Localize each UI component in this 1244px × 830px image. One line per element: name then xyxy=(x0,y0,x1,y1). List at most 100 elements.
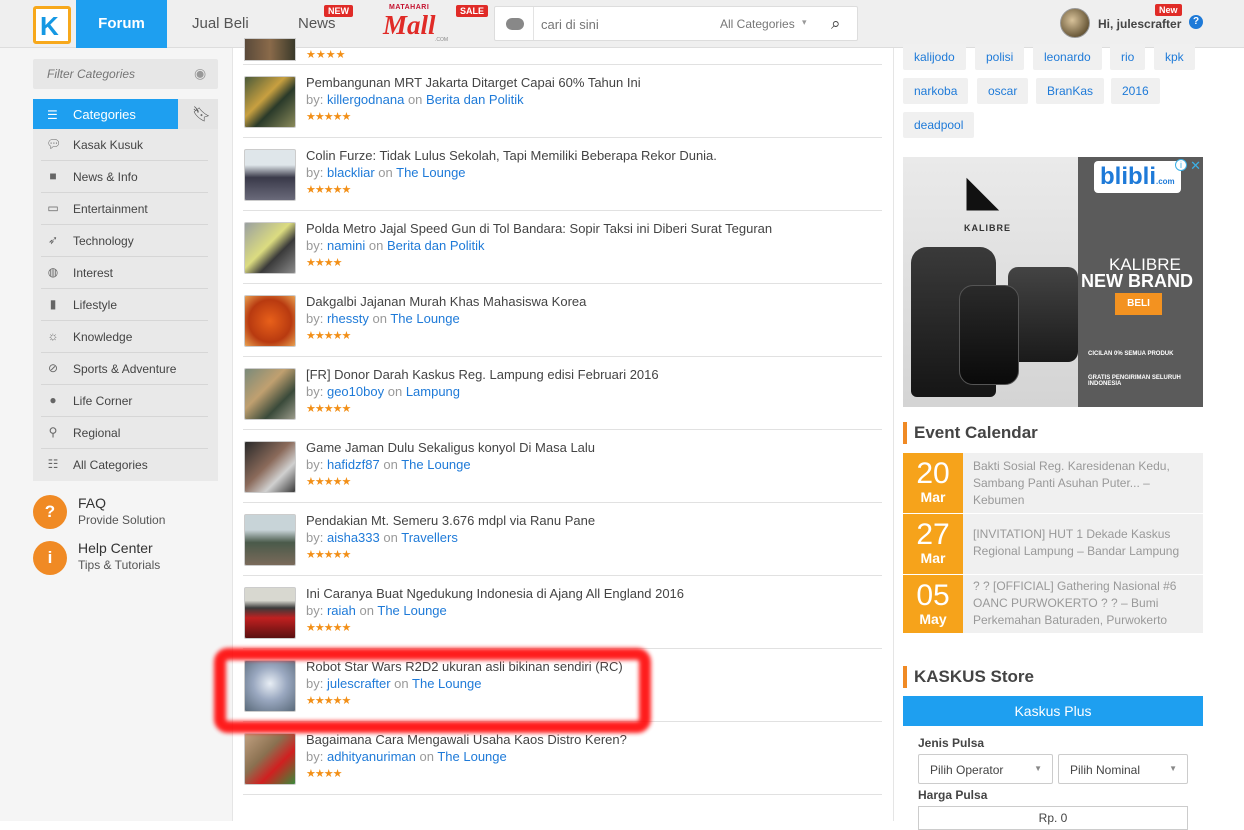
sidebar-item-entertainment[interactable]: ▭ Entertainment xyxy=(33,193,218,225)
sidebar-item-life-corner[interactable]: ● Life Corner xyxy=(33,385,218,417)
tag-chip[interactable]: polisi xyxy=(975,44,1025,70)
thread-forum-link[interactable]: The Lounge xyxy=(390,311,459,326)
avatar[interactable] xyxy=(1060,8,1090,38)
event-month: Mar xyxy=(920,550,946,566)
thread-title[interactable]: [FR] Donor Darah Kaskus Reg. Lampung edi… xyxy=(306,367,659,382)
nominal-select[interactable]: Pilih Nominal ▼ xyxy=(1058,754,1188,784)
thread-row[interactable]: Polda Metro Jajal Speed Gun di Tol Banda… xyxy=(243,211,882,284)
operator-select[interactable]: Pilih Operator ▼ xyxy=(918,754,1053,784)
search-category-select[interactable]: All Categories xyxy=(720,17,795,31)
search-icon[interactable]: ⌕ xyxy=(831,14,841,34)
price-field: Rp. 0 xyxy=(918,806,1188,830)
thread-title[interactable]: Pembangunan MRT Jakarta Ditarget Capai 6… xyxy=(306,75,641,90)
tag-chip[interactable]: leonardo xyxy=(1033,44,1102,70)
event-text[interactable]: ? ? [OFFICIAL] Gathering Nasional #6 OAN… xyxy=(973,578,1193,629)
event-item[interactable]: 05 May ? ? [OFFICIAL] Gathering Nasional … xyxy=(903,575,1203,633)
sidebar-item-all-categories[interactable]: ☷ All Categories xyxy=(33,449,218,481)
sidebar-item-knowledge[interactable]: ☼ Knowledge xyxy=(33,321,218,353)
tag-chip[interactable]: rio xyxy=(1110,44,1146,70)
sidebar-item-lifestyle[interactable]: ▮ Lifestyle xyxy=(33,289,218,321)
thread-thumbnail[interactable] xyxy=(244,733,296,785)
thread-row[interactable]: Ini Caranya Buat Ngedukung Indonesia di … xyxy=(243,576,882,649)
tag-chip[interactable]: deadpool xyxy=(903,112,975,138)
tag-chip[interactable]: kpk xyxy=(1154,44,1195,70)
thread-forum-link[interactable]: The Lounge xyxy=(401,457,470,472)
thread-forum-link[interactable]: Berita dan Politik xyxy=(387,238,485,253)
help-icon[interactable]: ? xyxy=(1189,15,1203,29)
user-greeting[interactable]: Hi, julescrafter xyxy=(1098,17,1181,31)
tag-chip[interactable]: kalijodo xyxy=(903,44,966,70)
thread-title[interactable]: Game Jaman Dulu Sekaligus konyol Di Masa… xyxy=(306,440,595,455)
kaskus-logo[interactable]: K xyxy=(33,6,71,44)
tag-chip[interactable]: oscar xyxy=(977,78,1029,104)
tab-kaskus-plus[interactable]: Kaskus Plus xyxy=(903,696,1203,726)
thread-thumbnail[interactable] xyxy=(244,441,296,493)
event-item[interactable]: 20 Mar Bakti Sosial Reg. Karesidenan Kedu… xyxy=(903,453,1203,513)
thread-author-link[interactable]: killergodnana xyxy=(327,92,404,107)
thread-forum-link[interactable]: The Lounge xyxy=(437,749,506,764)
nav-forum[interactable]: Forum xyxy=(76,0,167,48)
thread-title[interactable]: Bagaimana Cara Mengawali Usaha Kaos Dist… xyxy=(306,732,627,747)
thread-thumbnail[interactable] xyxy=(244,368,296,420)
thread-author-link[interactable]: adhityanuriman xyxy=(327,749,416,764)
close-icon[interactable]: ✕ xyxy=(1190,158,1201,174)
thread-forum-link[interactable]: Lampung xyxy=(406,384,460,399)
thread-thumbnail[interactable] xyxy=(244,295,296,347)
sidebar-item-regional[interactable]: ⚲ Regional xyxy=(33,417,218,449)
event-day: 20 xyxy=(916,457,950,490)
thread-thumbnail[interactable] xyxy=(244,38,296,61)
thread-thumbnail[interactable] xyxy=(244,514,296,566)
thread-row[interactable]: Dakgalbi Jajanan Murah Khas Mahasiswa Ko… xyxy=(243,284,882,357)
thread-forum-link[interactable]: The Lounge xyxy=(396,165,465,180)
thread-title[interactable]: Polda Metro Jajal Speed Gun di Tol Banda… xyxy=(306,221,772,236)
sidebar-item-technology[interactable]: ➶ Technology xyxy=(33,225,218,257)
thread-title[interactable]: Ini Caranya Buat Ngedukung Indonesia di … xyxy=(306,586,684,601)
sidebar-item-news-info[interactable]: ■ News & Info xyxy=(33,161,218,193)
thread-row[interactable]: Pembangunan MRT Jakarta Ditarget Capai 6… xyxy=(243,65,882,138)
nav-jual-beli[interactable]: Jual Beli xyxy=(192,0,249,48)
thread-thumbnail[interactable] xyxy=(244,76,296,128)
tag-chip[interactable]: narkoba xyxy=(903,78,969,104)
tag-chip[interactable]: BranKas xyxy=(1036,78,1105,104)
thread-title[interactable]: Pendakian Mt. Semeru 3.676 mdpl via Ranu… xyxy=(306,513,595,528)
ad-buy-button[interactable]: BELI xyxy=(1115,293,1162,315)
thread-thumbnail[interactable] xyxy=(244,587,296,639)
event-text[interactable]: [INVITATION] HUT 1 Dekade Kaskus Regiona… xyxy=(973,526,1193,560)
thread-row[interactable]: [FR] Donor Darah Kaskus Reg. Lampung edi… xyxy=(243,357,882,430)
thread-forum-link[interactable]: Travellers xyxy=(401,530,458,545)
thread-forum-link[interactable]: The Lounge xyxy=(377,603,446,618)
thread-title[interactable]: Colin Furze: Tidak Lulus Sekolah, Tapi M… xyxy=(306,148,717,163)
event-item[interactable]: 27 Mar [INVITATION] HUT 1 Dekade Kaskus R… xyxy=(903,514,1203,574)
tab-categories[interactable]: ☰ Categories xyxy=(33,99,178,136)
chevron-down-icon[interactable]: ▾ xyxy=(802,17,807,28)
thread-author-link[interactable]: aisha333 xyxy=(327,530,380,545)
thread-thumbnail[interactable] xyxy=(244,149,296,201)
thread-row[interactable]: Game Jaman Dulu Sekaligus konyol Di Masa… xyxy=(243,430,882,503)
thread-author-link[interactable]: namini xyxy=(327,238,365,253)
chat-bubble-icon[interactable] xyxy=(506,18,524,30)
tag-chip[interactable]: 2016 xyxy=(1111,78,1160,104)
filter-categories-input[interactable] xyxy=(47,65,187,83)
adchoices-icon[interactable]: i xyxy=(1175,159,1187,171)
tree-icon: ☷ xyxy=(47,457,59,471)
sidebar-item-sports-adventure[interactable]: ⊘ Sports & Adventure xyxy=(33,353,218,385)
thread-title[interactable]: Dakgalbi Jajanan Murah Khas Mahasiswa Ko… xyxy=(306,294,586,309)
thread-author-link[interactable]: blackliar xyxy=(327,165,375,180)
advertisement-banner[interactable]: ◣ KALIBRE blibli.com KALIBRE NEW BRAND B… xyxy=(903,157,1203,407)
sidebar-item-kasak-kusuk[interactable]: 💬︎ Kasak Kusuk xyxy=(33,129,218,161)
matahari-mall-link[interactable]: MATAHARI Mall .COM xyxy=(383,4,453,44)
thread-forum-link[interactable]: Berita dan Politik xyxy=(426,92,524,107)
event-text[interactable]: Bakti Sosial Reg. Karesidenan Kedu, Samb… xyxy=(973,458,1193,509)
thread-author-link[interactable]: rhessty xyxy=(327,311,369,326)
thread-row[interactable]: Colin Furze: Tidak Lulus Sekolah, Tapi M… xyxy=(243,138,882,211)
thread-author-link[interactable]: raiah xyxy=(327,603,356,618)
operator-select-value: Pilih Operator xyxy=(930,763,1004,777)
sidebar-item-interest[interactable]: ◍ Interest xyxy=(33,257,218,289)
eye-icon[interactable]: ◉ xyxy=(194,65,206,82)
search-input[interactable] xyxy=(541,14,701,34)
thread-thumbnail[interactable] xyxy=(244,222,296,274)
thread-author-link[interactable]: geo10boy xyxy=(327,384,384,399)
thread-row[interactable]: Pendakian Mt. Semeru 3.676 mdpl via Ranu… xyxy=(243,503,882,576)
thread-author-link[interactable]: hafidzf87 xyxy=(327,457,380,472)
tab-bookmarks[interactable]: 🔖︎ xyxy=(178,99,218,129)
